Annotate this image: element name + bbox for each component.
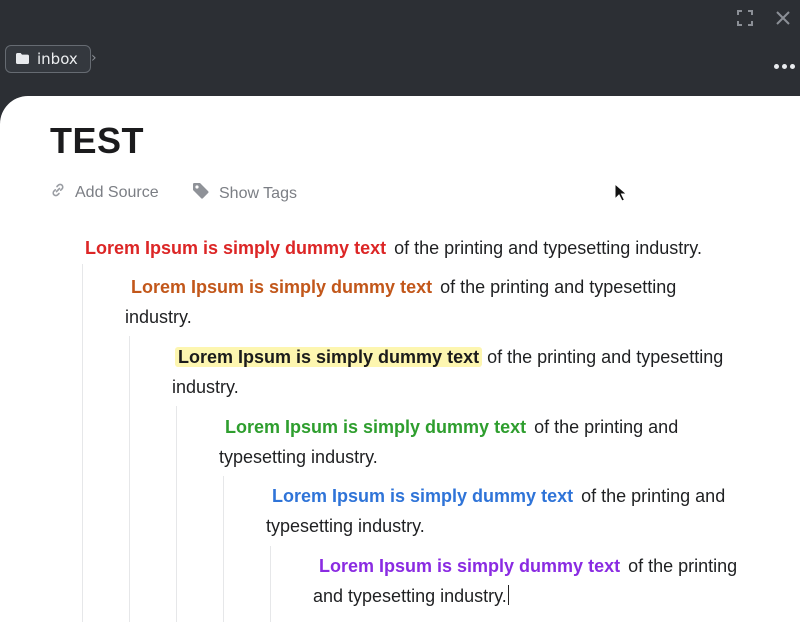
body-text: of the printing and typesetting xyxy=(487,347,724,367)
body-text: and typesetting industry. xyxy=(313,586,507,606)
indent-guide xyxy=(176,406,177,622)
close-icon[interactable] xyxy=(773,8,793,28)
breadcrumb-label: inbox xyxy=(37,50,78,68)
body-text: of the printing xyxy=(628,556,738,576)
link-icon xyxy=(50,182,66,203)
list-item[interactable]: Lorem Ipsum is simply dummy text of the … xyxy=(313,551,737,611)
body-text: of the printing and xyxy=(534,417,679,437)
body-text: typesetting industry. xyxy=(219,447,378,467)
body-text: industry. xyxy=(172,377,239,397)
highlighted-text: Lorem Ipsum is simply dummy text xyxy=(319,556,621,576)
page-title[interactable]: TEST xyxy=(50,120,144,162)
body-text: of the printing and xyxy=(581,486,726,506)
show-tags-button[interactable]: Show Tags xyxy=(192,182,297,205)
add-source-button[interactable]: Add Source xyxy=(50,182,159,203)
indent-guide xyxy=(223,476,224,622)
body-text: industry. xyxy=(125,307,192,327)
indent-guide xyxy=(129,336,130,622)
body-text: typesetting industry. xyxy=(266,516,425,536)
list-item[interactable]: Lorem Ipsum is simply dummy text of the … xyxy=(172,342,723,402)
list-item[interactable]: Lorem Ipsum is simply dummy text of the … xyxy=(82,233,702,263)
highlighted-text: Lorem Ipsum is simply dummy text xyxy=(85,238,387,258)
list-item[interactable]: Lorem Ipsum is simply dummy text of the … xyxy=(125,272,676,332)
more-dots-icon[interactable] xyxy=(771,60,797,72)
text-caret xyxy=(507,585,509,605)
list-item[interactable]: Lorem Ipsum is simply dummy text of the … xyxy=(266,481,725,541)
show-tags-label: Show Tags xyxy=(219,184,297,202)
body-text: of the printing and typesetting xyxy=(440,277,677,297)
indent-guide xyxy=(270,546,271,622)
indent-guide xyxy=(82,264,83,622)
mouse-pointer-icon xyxy=(614,182,628,207)
note-panel: TEST Add Source Show Tags Lorem Ipsum is… xyxy=(0,96,800,622)
folder-icon xyxy=(16,50,29,68)
breadcrumb-folder[interactable]: inbox xyxy=(5,45,91,73)
expand-icon[interactable] xyxy=(735,8,755,28)
highlighted-text: Lorem Ipsum is simply dummy text xyxy=(225,417,527,437)
highlighted-text: Lorem Ipsum is simply dummy text xyxy=(175,347,483,367)
list-item[interactable]: Lorem Ipsum is simply dummy text of the … xyxy=(219,412,678,472)
chevron-right-icon: › xyxy=(91,50,97,66)
body-text: of the printing and typesetting industry… xyxy=(394,238,702,258)
top-bar: inbox › xyxy=(0,0,800,96)
add-source-label: Add Source xyxy=(75,183,159,201)
tag-icon xyxy=(192,182,210,205)
highlighted-text: Lorem Ipsum is simply dummy text xyxy=(272,486,574,506)
highlighted-text: Lorem Ipsum is simply dummy text xyxy=(131,277,433,297)
